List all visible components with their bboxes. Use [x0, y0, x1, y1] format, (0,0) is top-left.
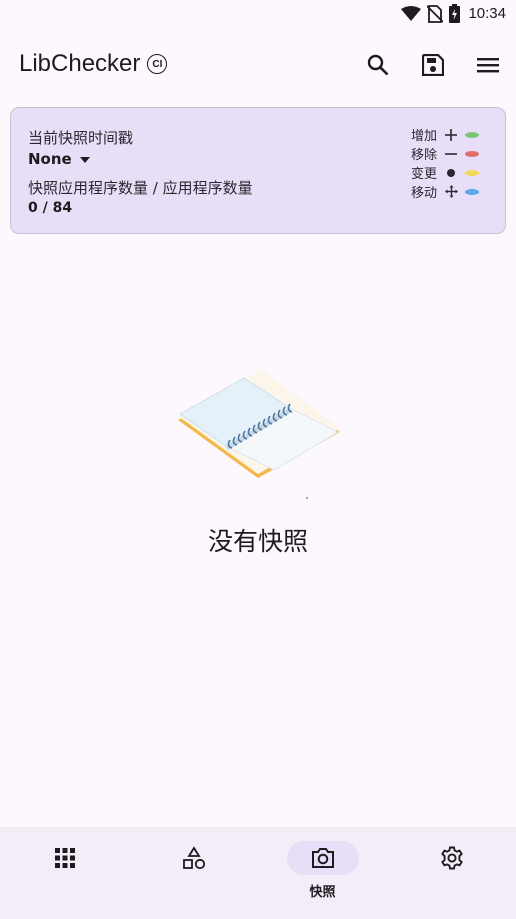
settings-icon — [440, 846, 463, 870]
dot-icon — [443, 167, 459, 179]
legend-item-moved: 移动 — [411, 182, 479, 201]
legend-item-added: 增加 — [411, 125, 479, 144]
ci-badge: CI — [147, 54, 168, 74]
battery-charging-icon — [449, 4, 461, 23]
count-label: 快照应用程序数量 / 应用程序数量 — [28, 179, 253, 197]
apps-grid-icon — [54, 848, 75, 868]
notebook-illustration-icon — [178, 370, 340, 499]
dropdown-arrow-icon — [79, 156, 90, 163]
timestamp-dropdown[interactable]: None — [28, 150, 90, 168]
app-bar: LibChecker CI — [0, 42, 516, 88]
count-value: 0 / 84 — [28, 200, 73, 216]
nav-pill — [416, 841, 488, 875]
legend-color-moved — [465, 188, 479, 195]
search-icon — [367, 54, 389, 76]
search-button[interactable] — [363, 50, 393, 80]
app-title-text: LibChecker — [19, 50, 141, 77]
no-sim-icon — [427, 4, 444, 23]
nav-item-snapshot[interactable]: 快照 — [258, 827, 387, 919]
empty-state-message: 没有快照 — [207, 527, 308, 556]
nav-pill — [29, 841, 101, 875]
legend-color-added — [465, 131, 479, 138]
camera-icon — [311, 848, 334, 868]
nav-item-apps[interactable] — [0, 827, 129, 919]
timestamp-value: None — [28, 150, 72, 168]
nav-pill-active — [286, 841, 359, 875]
status-time: 10:34 — [468, 5, 506, 22]
move-icon — [443, 185, 459, 198]
app-title: LibChecker CI — [19, 50, 168, 78]
menu-button[interactable] — [473, 50, 503, 80]
legend-label: 移除 — [411, 148, 438, 163]
change-legend: 增加 移除 变更 移动 — [411, 125, 479, 201]
legend-item-changed: 变更 — [411, 163, 479, 182]
legend-item-removed: 移除 — [411, 144, 479, 163]
status-bar: 10:34 — [0, 0, 516, 30]
snapshot-info-card[interactable]: 当前快照时间戳 None 快照应用程序数量 / 应用程序数量 0 / 84 增加… — [10, 107, 506, 234]
timestamp-label: 当前快照时间戳 — [28, 129, 134, 147]
minus-icon — [443, 148, 459, 160]
shapes-icon — [182, 846, 205, 870]
menu-icon — [477, 58, 499, 73]
nav-item-settings[interactable] — [387, 827, 516, 919]
legend-label: 增加 — [411, 129, 438, 144]
wifi-icon — [401, 5, 422, 21]
bottom-navigation: 快照 — [0, 827, 516, 919]
save-icon — [422, 54, 444, 76]
nav-item-statistics[interactable] — [129, 827, 258, 919]
legend-label: 移动 — [411, 186, 438, 201]
legend-color-changed — [465, 169, 479, 176]
nav-pill — [158, 841, 230, 875]
legend-color-removed — [465, 150, 479, 157]
nav-label-snapshot: 快照 — [309, 885, 336, 900]
legend-label: 变更 — [411, 167, 438, 182]
save-button[interactable] — [418, 50, 448, 80]
plus-icon — [443, 128, 459, 141]
